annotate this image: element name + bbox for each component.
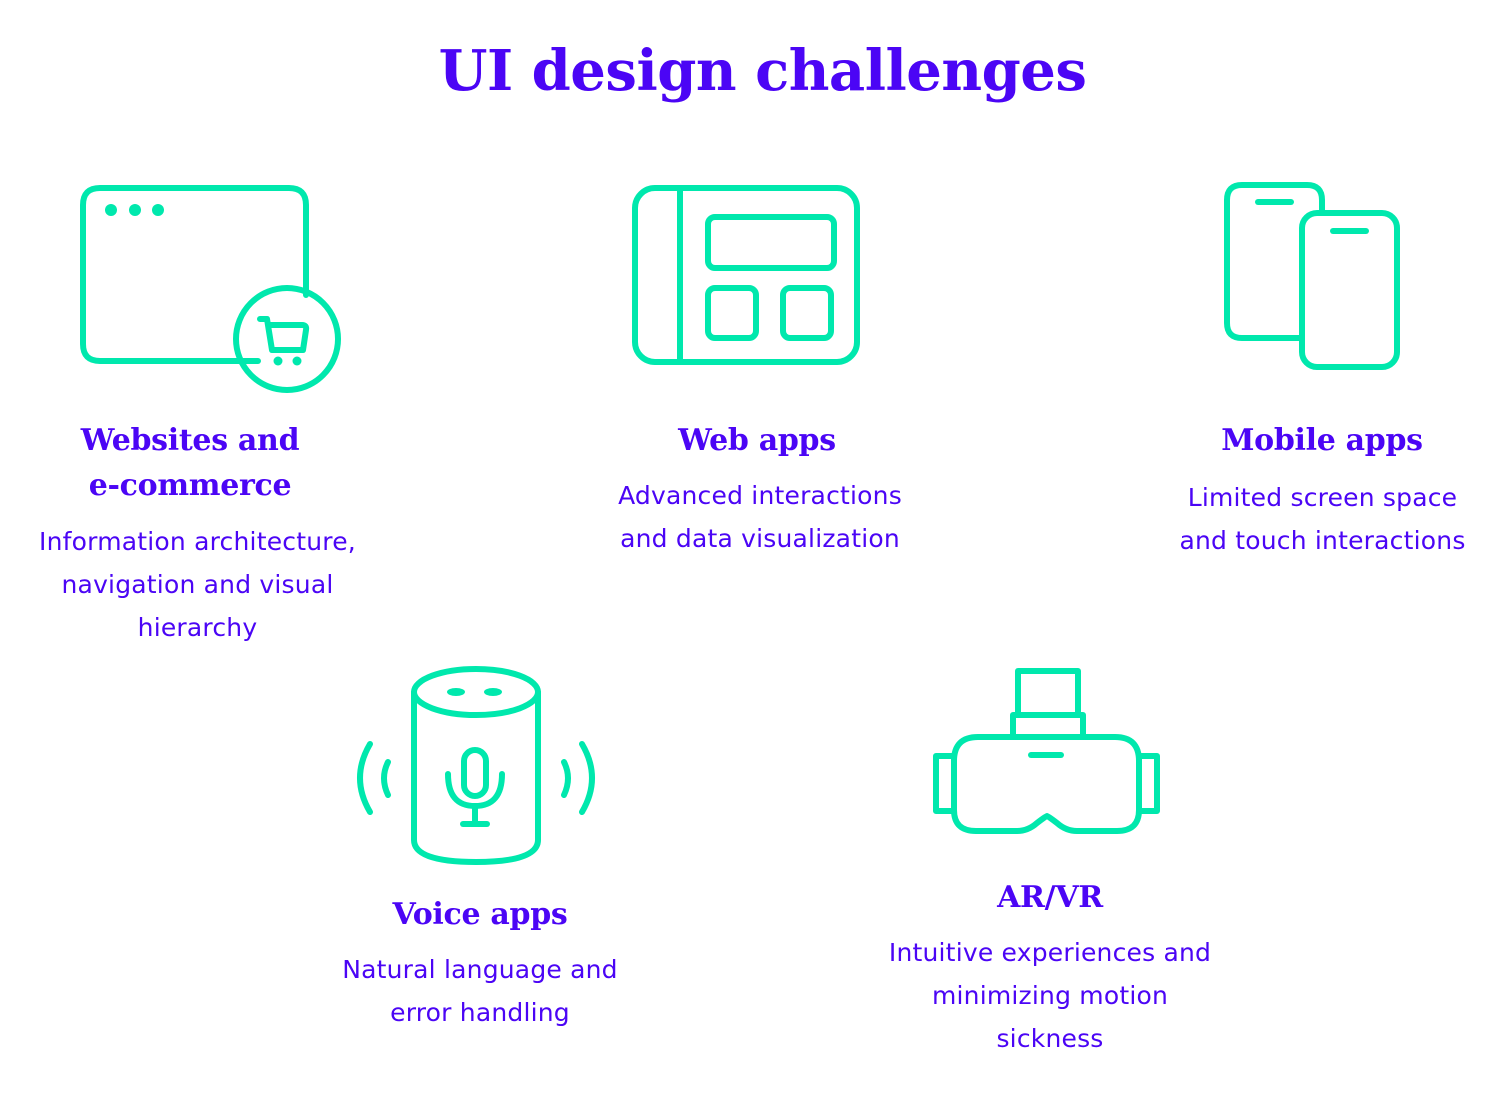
card-desc-line: Limited screen space: [1187, 483, 1458, 512]
vr-headset-icon: [930, 665, 1165, 840]
card-desc-mobile-apps: Limited screen space and touch interacti…: [1140, 476, 1500, 562]
card-title-websites: Websites and e-commerce: [40, 418, 340, 508]
card-desc-line: error handling: [390, 998, 570, 1027]
card-desc-line: Natural language and: [342, 955, 618, 984]
card-desc-line: Advanced interactions: [618, 481, 902, 510]
card-desc-line: hierarchy: [137, 613, 258, 642]
card-desc-line: navigation and visual: [61, 570, 334, 599]
card-title-web-apps: Web apps: [607, 418, 907, 463]
card-title-line: Web apps: [678, 423, 836, 458]
card-title-mobile-apps: Mobile apps: [1172, 418, 1472, 463]
card-desc-line: Information architecture,: [39, 527, 356, 556]
card-title-line: Voice apps: [392, 897, 568, 932]
card-desc-voice-apps: Natural language and error handling: [280, 948, 680, 1034]
card-title-line: e-commerce: [88, 468, 292, 503]
card-desc-ar-vr: Intuitive experiences and minimizing mot…: [845, 931, 1255, 1060]
card-desc-line: and touch interactions: [1179, 526, 1466, 555]
card-title-line: Websites and: [80, 423, 300, 458]
card-title-voice-apps: Voice apps: [330, 892, 630, 937]
card-desc-web-apps: Advanced interactions and data visualiza…: [560, 474, 960, 560]
smart-speaker-icon: [350, 662, 605, 872]
card-title-line: Mobile apps: [1221, 423, 1423, 458]
card-desc-line: Intuitive experiences and: [888, 938, 1212, 967]
card-desc-websites: Information architecture, navigation and…: [0, 520, 395, 649]
mobile-phones-icon: [1220, 180, 1405, 375]
card-title-line: AR/VR: [997, 880, 1103, 915]
card-desc-line: sickness: [996, 1024, 1104, 1053]
web-app-layout-icon: [630, 184, 865, 369]
card-desc-line: minimizing motion: [931, 981, 1169, 1010]
card-title-ar-vr: AR/VR: [900, 875, 1200, 920]
page-title: UI design challenges: [438, 38, 1087, 104]
browser-cart-icon: [78, 183, 348, 398]
card-desc-line: and data visualization: [620, 524, 900, 553]
